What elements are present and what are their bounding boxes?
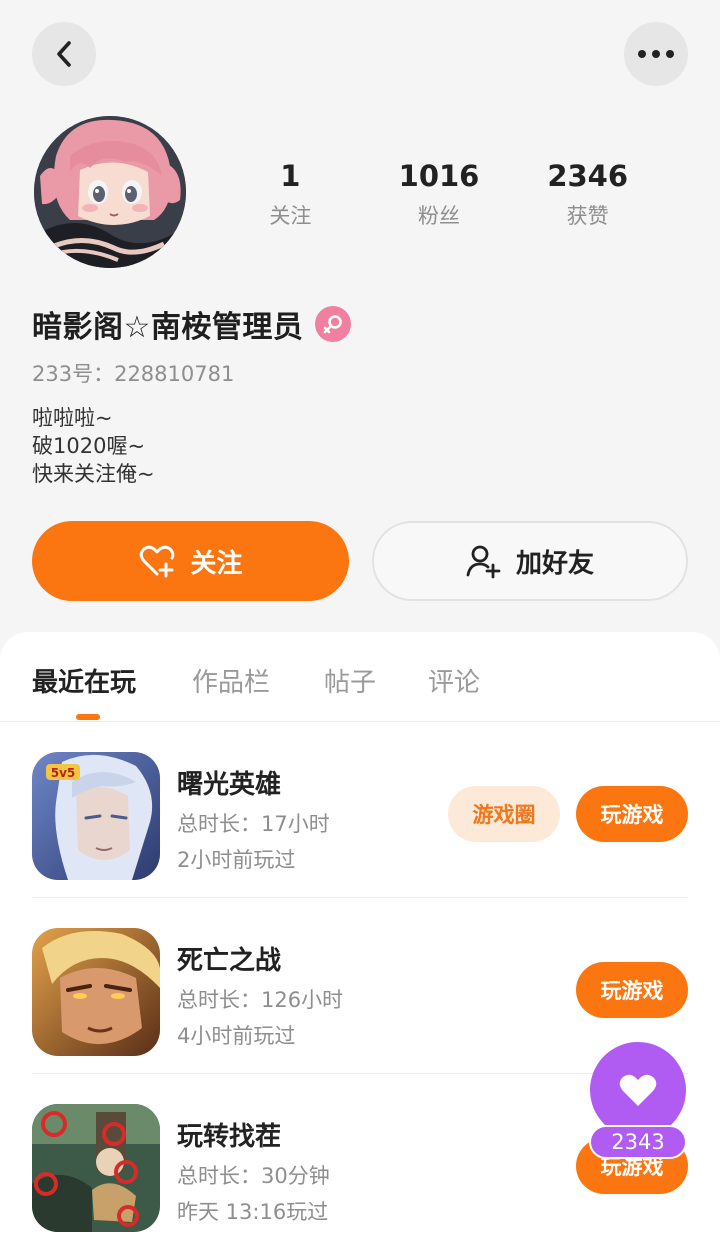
stat-likes[interactable]: 2346 获赞 [513, 156, 662, 230]
user-plus-icon [466, 543, 502, 579]
bio: 啦啦啦~ 破1020喔~ 快来关注俺~ [32, 404, 155, 488]
game-last-played: 2小时前玩过 [177, 848, 296, 872]
game-icon: 5v5 [32, 752, 160, 880]
bio-line: 快来关注俺~ [32, 462, 155, 486]
game-duration: 总时长：126小时 [177, 988, 344, 1012]
play-game-button[interactable]: 玩游戏 [576, 962, 688, 1018]
tab-active-indicator [76, 714, 100, 720]
stat-followers-label: 粉丝 [418, 204, 460, 228]
stat-following-value: 1 [280, 159, 301, 193]
like-count: 2343 [589, 1125, 687, 1159]
more-dots-icon [638, 50, 674, 58]
username: 暗影阁☆南桉管理员 [32, 310, 304, 345]
game-circle-button[interactable]: 游戏圈 [448, 786, 560, 842]
profile-stats: 1 关注 1016 粉丝 2346 获赞 [216, 156, 662, 230]
tab-recently-played[interactable]: 最近在玩 [32, 662, 136, 699]
like-button[interactable] [590, 1042, 686, 1138]
game-name: 曙光英雄 [177, 770, 282, 800]
list-item[interactable]: 5v5 曙光英雄 总时长：17小时 2小时前玩过 游戏圈 玩游戏 [0, 722, 720, 898]
username-row: 暗影阁☆南桉管理员 [32, 302, 352, 346]
user-id: 233号：228810781 [32, 362, 235, 386]
game-duration: 总时长：30分钟 [177, 1164, 330, 1188]
add-friend-button[interactable]: 加好友 [372, 521, 688, 601]
female-icon [315, 306, 352, 342]
heart-icon [619, 1074, 657, 1106]
tab-posts[interactable]: 帖子 [324, 662, 376, 699]
svg-text:5v5: 5v5 [51, 766, 76, 780]
heart-plus-icon [138, 544, 176, 578]
stat-followers-value: 1016 [398, 159, 480, 193]
avatar-illustration [34, 116, 186, 268]
game-icon [32, 1104, 160, 1232]
follow-button[interactable]: 关注 [32, 521, 349, 601]
list-item[interactable]: 死亡之战 总时长：126小时 4小时前玩过 玩游戏 [0, 898, 720, 1074]
stat-likes-value: 2346 [547, 159, 629, 193]
stat-followers[interactable]: 1016 粉丝 [365, 156, 514, 230]
tab-comments[interactable]: 评论 [428, 662, 480, 699]
tab-bar: 最近在玩 作品栏 帖子 评论 [0, 632, 720, 722]
game-name: 死亡之战 [177, 946, 282, 976]
game-duration: 总时长：17小时 [177, 812, 330, 836]
follow-button-label: 关注 [190, 548, 243, 579]
game-name: 玩转找茬 [177, 1122, 282, 1152]
stat-likes-label: 获赞 [566, 204, 609, 228]
stat-following-label: 关注 [269, 204, 312, 228]
chevron-left-icon [57, 41, 71, 67]
bio-line: 啦啦啦~ [32, 406, 113, 430]
more-button[interactable] [624, 22, 688, 86]
game-last-played: 昨天 13:16玩过 [177, 1200, 329, 1224]
game-icon [32, 928, 160, 1056]
play-game-button[interactable]: 玩游戏 [576, 786, 688, 842]
add-friend-button-label: 加好友 [515, 548, 594, 579]
tab-works[interactable]: 作品栏 [192, 662, 270, 699]
game-last-played: 4小时前玩过 [177, 1024, 296, 1048]
back-button[interactable] [32, 22, 96, 86]
avatar[interactable] [34, 116, 186, 268]
bio-line: 破1020喔~ [32, 434, 146, 458]
stat-following[interactable]: 1 关注 [216, 156, 365, 230]
